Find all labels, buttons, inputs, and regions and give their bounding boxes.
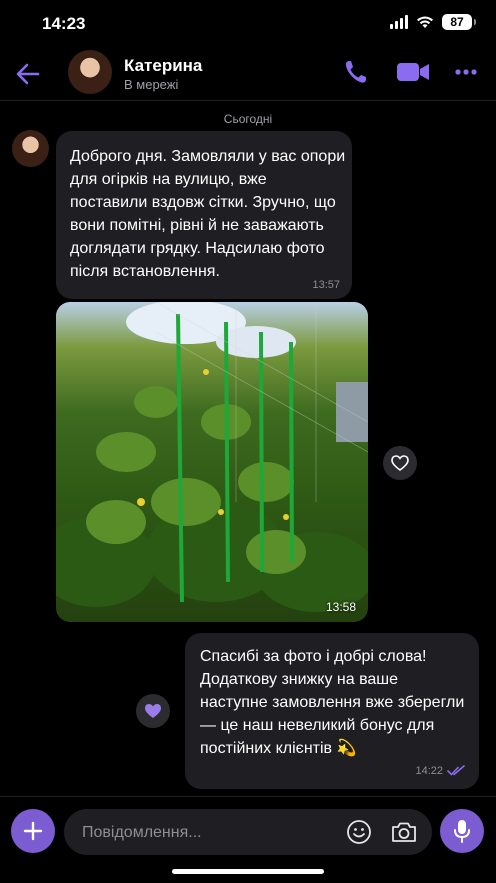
message-input[interactable] (80, 809, 334, 857)
message-time: 13:57 (312, 279, 340, 291)
contact-avatar[interactable] (68, 50, 112, 94)
cucumber-garden-photo (56, 302, 368, 612)
wifi-icon (417, 16, 433, 28)
photo-time: 13:58 (325, 600, 356, 614)
status-bar: 14:23 87 (0, 0, 496, 48)
contact-name[interactable]: Катерина (124, 56, 202, 76)
battery-indicator: 87 (442, 14, 476, 30)
incoming-message-bubble[interactable]: Доброго дня. Замовляли у вас опори для о… (56, 131, 352, 299)
home-indicator (172, 869, 324, 874)
like-button[interactable] (383, 446, 417, 480)
message-text: Доброго дня. Замовляли у вас опори для о… (70, 148, 346, 280)
camera-icon[interactable] (390, 819, 418, 845)
heart-outline-icon (391, 455, 409, 471)
date-separator: Сьогодні (223, 112, 273, 126)
reaction-heart-button[interactable] (136, 694, 170, 728)
cellular-signal-icon (390, 15, 408, 29)
video-call-icon[interactable] (396, 58, 430, 86)
sender-avatar[interactable] (12, 130, 49, 167)
message-composer (0, 796, 496, 883)
back-arrow-icon[interactable] (14, 60, 42, 88)
photo-message[interactable]: 13:58 (56, 302, 368, 622)
plus-icon (23, 821, 43, 841)
outgoing-message-bubble[interactable]: Спасибі за фото і добрі слова! Додаткову… (185, 633, 479, 789)
heart-filled-icon (145, 704, 161, 718)
chat-header: Катерина В мережі (0, 48, 496, 101)
message-time: 14:22 (415, 765, 443, 777)
status-time: 14:23 (42, 14, 86, 33)
phone-call-icon[interactable] (343, 58, 369, 86)
message-text: Спасибі за фото і добрі слова! Додаткову… (200, 648, 465, 757)
read-receipt-icon (447, 765, 465, 776)
attach-button[interactable] (11, 809, 55, 853)
emoji-icon[interactable] (346, 819, 372, 845)
contact-status: В мережі (124, 77, 179, 92)
message-input-container (64, 809, 432, 857)
more-options-icon[interactable] (455, 58, 477, 86)
voice-message-button[interactable] (440, 809, 484, 853)
microphone-icon (454, 820, 470, 843)
